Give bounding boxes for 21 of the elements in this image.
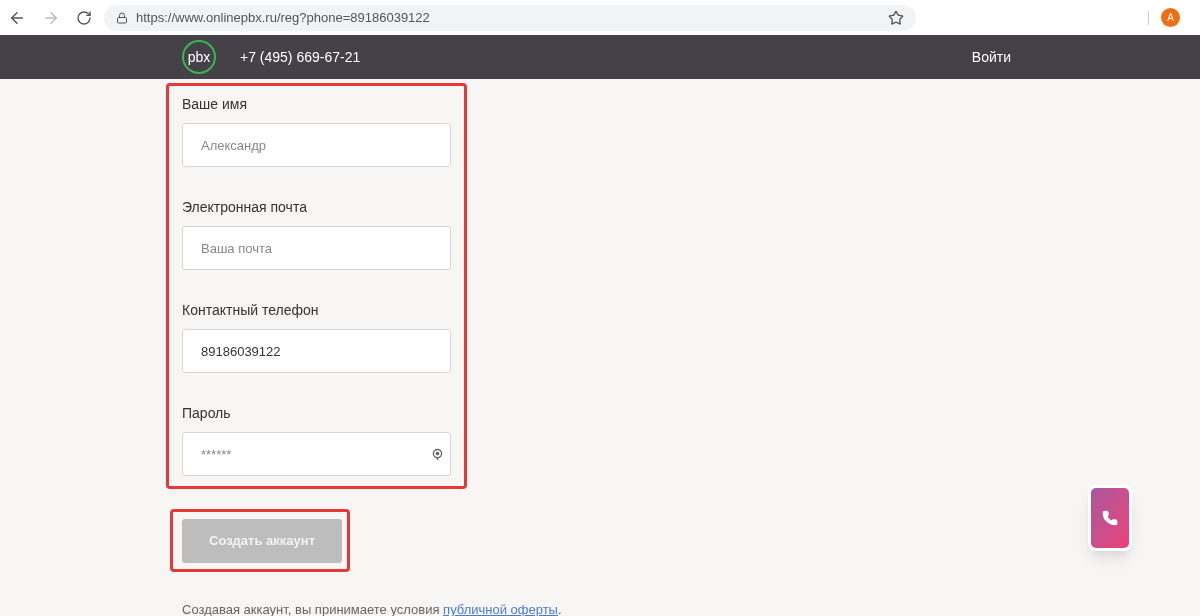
lock-icon [116,11,128,24]
input-field[interactable]: Александр [182,123,451,167]
url-text: https://www.onlinepbx.ru/reg?phone=89186039122 [136,8,431,27]
visibility-toggle-icon[interactable] [432,448,443,461]
reload-icon[interactable] [76,9,92,26]
field-label: Ваше имя [182,95,249,114]
phone-icon [1102,510,1118,526]
bookmark-star-icon[interactable] [888,9,904,26]
input-field[interactable]: 89186039122 [182,329,451,373]
phone-number: +7 (495) 669-67-21 [240,47,361,67]
field-label: Пароль [182,404,232,423]
call-widget[interactable] [1088,485,1132,551]
logo[interactable]: pbx [182,40,216,74]
field-label: Электронная почта [182,198,308,217]
public-offer-link[interactable]: публичной оферты [443,602,558,616]
address-bar[interactable]: https://www.onlinepbx.ru/reg?phone=89186039122 [104,4,916,31]
login-link[interactable]: Войти [971,46,1011,68]
terms-text: Создавая аккаунт, вы принимаете условия публичной оферты. [182,601,563,616]
field-label: Контактный телефон [182,301,320,320]
input-field[interactable]: Ваша почта [182,226,451,270]
password-field[interactable]: ****** [182,432,451,476]
